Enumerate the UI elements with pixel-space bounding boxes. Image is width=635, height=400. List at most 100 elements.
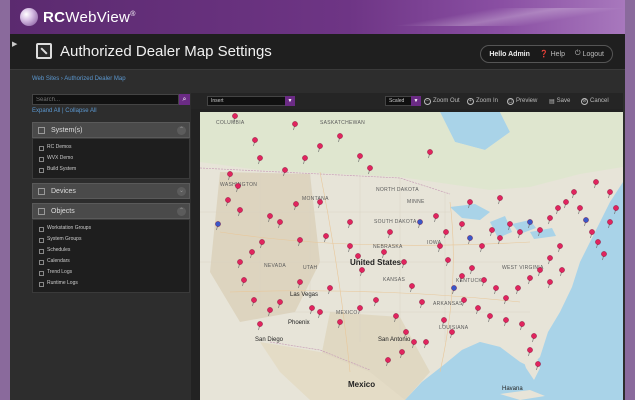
dealer-pin-icon[interactable]	[225, 197, 231, 207]
dealer-pin-icon[interactable]	[537, 267, 543, 277]
dealer-pin-icon[interactable]	[277, 299, 283, 309]
dealer-pin-icon[interactable]	[517, 229, 523, 239]
dealer-pin-icon[interactable]	[317, 143, 323, 153]
dealer-pin-icon[interactable]	[547, 255, 553, 265]
dealer-pin-icon[interactable]	[469, 265, 475, 275]
dealer-pin-icon[interactable]	[381, 249, 387, 259]
dealer-pin-icon[interactable]	[595, 239, 601, 249]
dealer-pin-icon[interactable]	[237, 259, 243, 269]
logout-link[interactable]: ⏻ Logout	[575, 50, 604, 58]
dealer-pin-icon[interactable]	[467, 199, 473, 209]
dealer-pin-icon[interactable]	[437, 243, 443, 253]
dealer-pin-icon[interactable]	[215, 221, 221, 231]
dealer-pin-icon[interactable]	[337, 319, 343, 329]
dealer-pin-icon[interactable]	[557, 243, 563, 253]
list-item[interactable]: WVX Demo	[33, 153, 189, 164]
chevron-down-icon[interactable]: ⌄	[177, 187, 186, 196]
dealer-pin-icon[interactable]	[563, 199, 569, 209]
dealer-pin-icon[interactable]	[433, 213, 439, 223]
dealer-pin-icon[interactable]	[411, 339, 417, 349]
dealer-pin-icon[interactable]	[497, 195, 503, 205]
dealer-pin-icon[interactable]	[547, 215, 553, 225]
hello-admin[interactable]: Hello Admin	[489, 51, 530, 58]
dealer-pin-icon[interactable]	[547, 279, 553, 289]
dealer-pin-icon[interactable]	[459, 273, 465, 283]
dealer-pin-icon[interactable]	[419, 299, 425, 309]
dealer-pin-icon[interactable]	[357, 153, 363, 163]
scaled-select[interactable]: Scaled ▼	[385, 96, 421, 106]
dealer-pin-icon[interactable]	[297, 279, 303, 289]
dealer-pin-icon[interactable]	[503, 295, 509, 305]
list-item[interactable]: Build System	[33, 164, 189, 175]
dealer-pin-icon[interactable]	[445, 257, 451, 267]
dealer-pin-icon[interactable]	[367, 165, 373, 175]
dealer-pin-icon[interactable]	[503, 317, 509, 327]
dealer-pin-icon[interactable]	[235, 183, 241, 193]
dealer-pin-icon[interactable]	[515, 285, 521, 295]
dealer-pin-icon[interactable]	[427, 149, 433, 159]
dealer-pin-icon[interactable]	[555, 205, 561, 215]
breadcrumb[interactable]: Web Sites › Authorized Dealer Map	[32, 76, 126, 82]
dealer-pin-icon[interactable]	[519, 321, 525, 331]
dealer-pin-icon[interactable]	[497, 235, 503, 245]
dealer-pin-icon[interactable]	[593, 179, 599, 189]
dealer-pin-icon[interactable]	[613, 205, 619, 215]
dealer-pin-icon[interactable]	[359, 267, 365, 277]
dealer-pin-icon[interactable]	[317, 309, 323, 319]
dealer-pin-icon[interactable]	[257, 155, 263, 165]
dealer-pin-icon[interactable]	[577, 205, 583, 215]
list-item[interactable]: Workstation Groups	[33, 223, 189, 234]
dealer-pin-icon[interactable]	[297, 237, 303, 247]
dealer-pin-icon[interactable]	[459, 221, 465, 231]
dealer-pin-icon[interactable]	[607, 219, 613, 229]
dealer-pin-icon[interactable]	[537, 227, 543, 237]
chevron-up-icon[interactable]: ⌃	[177, 126, 186, 135]
zoom-in-button[interactable]: + Zoom In	[467, 96, 498, 106]
dealer-pin-icon[interactable]	[257, 321, 263, 331]
dealer-pin-icon[interactable]	[249, 249, 255, 259]
dealer-pin-icon[interactable]	[232, 113, 238, 123]
dealer-pin-icon[interactable]	[507, 221, 513, 231]
panel-objects[interactable]: Objects ⌃	[32, 203, 190, 219]
dealer-pin-icon[interactable]	[583, 217, 589, 227]
dealer-pin-icon[interactable]	[467, 235, 473, 245]
list-item[interactable]: RC Demos	[33, 142, 189, 153]
save-button[interactable]: ▤ Save	[549, 96, 570, 106]
dealer-pin-icon[interactable]	[385, 357, 391, 367]
expand-all-link[interactable]: Expand All	[32, 108, 60, 114]
dealer-pin-icon[interactable]	[531, 333, 537, 343]
dealer-pin-icon[interactable]	[293, 201, 299, 211]
dealer-pin-icon[interactable]	[327, 285, 333, 295]
list-item[interactable]: Schedules	[33, 245, 189, 256]
dealer-pin-icon[interactable]	[601, 251, 607, 261]
dealer-pin-icon[interactable]	[252, 137, 258, 147]
dealer-pin-icon[interactable]	[373, 297, 379, 307]
dealer-pin-icon[interactable]	[559, 267, 565, 277]
dealer-pin-icon[interactable]	[527, 219, 533, 229]
dealer-pin-icon[interactable]	[227, 171, 233, 181]
insert-select[interactable]: Insert ▼	[207, 96, 295, 106]
search-input[interactable]	[32, 94, 179, 105]
dealer-pin-icon[interactable]	[479, 243, 485, 253]
dealer-pin-icon[interactable]	[401, 259, 407, 269]
dealer-pin-icon[interactable]	[277, 219, 283, 229]
dealer-pin-icon[interactable]	[487, 313, 493, 323]
collapse-arrow-icon[interactable]: ▶	[12, 40, 17, 48]
dealer-pin-icon[interactable]	[387, 229, 393, 239]
dealer-pin-icon[interactable]	[337, 133, 343, 143]
dealer-pin-icon[interactable]	[282, 167, 288, 177]
dealer-pin-icon[interactable]	[443, 229, 449, 239]
dealer-pin-icon[interactable]	[399, 349, 405, 359]
panel-systems[interactable]: System(s) ⌃	[32, 122, 190, 138]
dealer-pin-icon[interactable]	[451, 285, 457, 295]
dealer-pin-icon[interactable]	[237, 207, 243, 217]
list-item[interactable]: Runtime Logs	[33, 278, 189, 289]
dealer-pin-icon[interactable]	[347, 243, 353, 253]
dealer-pin-icon[interactable]	[409, 283, 415, 293]
zoom-out-button[interactable]: − Zoom Out	[424, 96, 460, 106]
dealer-pin-icon[interactable]	[251, 297, 257, 307]
dealer-pin-icon[interactable]	[589, 229, 595, 239]
dealer-pin-icon[interactable]	[317, 199, 323, 209]
dealer-pin-icon[interactable]	[481, 277, 487, 287]
dealer-pin-icon[interactable]	[527, 347, 533, 357]
